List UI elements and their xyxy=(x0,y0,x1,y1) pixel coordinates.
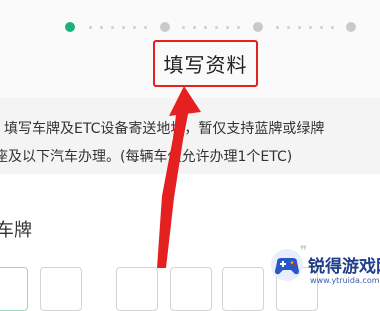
step-2-indicator xyxy=(160,22,170,32)
step-1-indicator xyxy=(65,22,75,32)
step-connector-dot xyxy=(89,25,92,29)
step-connector-dot xyxy=(331,25,334,29)
step-3-indicator xyxy=(253,22,263,32)
watermark-name: 锐得游戏网 xyxy=(308,257,380,277)
notice-line-1: 填写车牌及ETC设备寄送地址，暂仅支持蓝牌或绿牌 xyxy=(4,121,325,137)
step-connector-dot xyxy=(287,25,290,29)
header-area: 填写资料 xyxy=(0,0,380,98)
step-connector-dot xyxy=(320,25,323,29)
step-connector-dot xyxy=(276,25,279,29)
step-connector-dot xyxy=(182,25,185,29)
step-connector-dot xyxy=(215,25,218,29)
step-connector-dot xyxy=(237,25,240,29)
step-4-indicator xyxy=(346,22,356,32)
page-title: 填写资料 xyxy=(163,53,248,77)
step-connector-dot xyxy=(309,25,312,29)
step-connector-dot xyxy=(100,25,103,29)
plate-char-box[interactable] xyxy=(116,267,158,311)
step-connector-dot xyxy=(111,25,114,29)
progress-steps xyxy=(0,20,380,34)
plate-char-box[interactable] xyxy=(40,267,82,311)
plate-char-box[interactable] xyxy=(222,267,264,311)
step-connector-dot xyxy=(144,25,147,29)
gamepad-logo-icon xyxy=(271,249,303,281)
step-connector-dot xyxy=(204,25,207,29)
step-connector-dot xyxy=(122,25,125,29)
title-highlight-box: 填写资料 xyxy=(153,40,258,87)
step-connector-dot xyxy=(133,25,136,29)
watermark-url: www.ytruida.com xyxy=(310,276,380,285)
plate-char-box[interactable] xyxy=(0,267,28,311)
notice-banner: 填写车牌及ETC设备寄送地址，暂仅支持蓝牌或绿牌 座及以下汽车办理。(每辆车仅允… xyxy=(0,98,380,174)
watermark: 锐得游戏网 www.ytruida.com xyxy=(270,244,380,300)
step-connector-dot xyxy=(226,25,229,29)
notice-line-2: 座及以下汽车办理。(每辆车仅允许办理1个ETC) xyxy=(0,149,293,165)
plate-char-box[interactable] xyxy=(170,267,212,311)
plate-label: 车牌 xyxy=(0,220,32,241)
step-connector-dot xyxy=(193,25,196,29)
step-connector-dot xyxy=(298,25,301,29)
